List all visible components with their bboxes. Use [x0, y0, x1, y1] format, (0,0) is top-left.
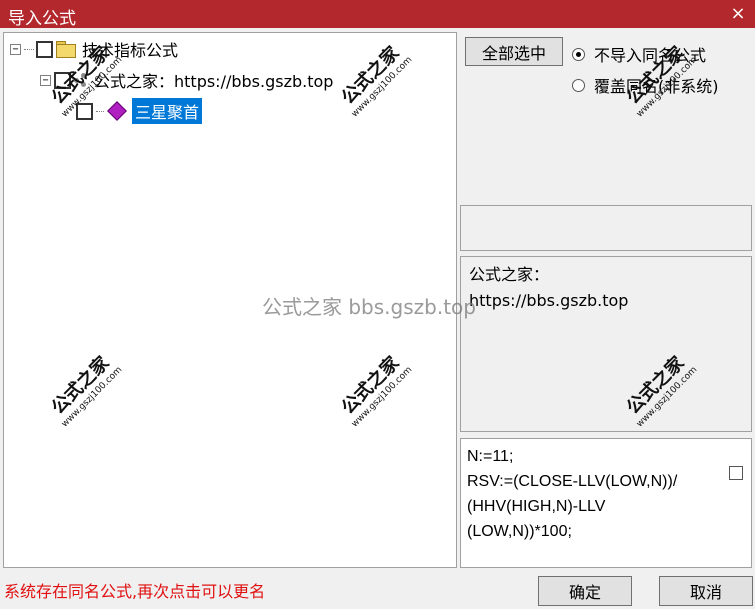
description-panel: 公式之家： https://bbs.gszb.top — [460, 256, 752, 432]
option-no-import[interactable]: 不导入同名公式 — [572, 42, 706, 66]
blank-field — [460, 205, 752, 251]
no-import-label: 不导入同名公式 — [594, 46, 707, 65]
formula-code: N:=11; RSV:=(CLOSE-LLV(LOW,N))/ (HHV(HIG… — [467, 448, 678, 540]
overwrite-radio[interactable] — [572, 78, 585, 92]
option-overwrite[interactable]: 覆盖同名(非系统) — [572, 73, 719, 97]
title-bar: 导入公式 × — [0, 0, 755, 29]
formula-group-icon — [74, 73, 88, 87]
tree-connector — [24, 48, 34, 50]
overwrite-label: 覆盖同名(非系统) — [594, 77, 719, 96]
tree-node-root[interactable]: − 技术指标公式 — [10, 37, 178, 61]
select-all-button[interactable]: 全部选中 — [465, 37, 563, 66]
tree-item-label[interactable]: 三星聚首 — [132, 98, 203, 124]
status-message: 系统存在同名公式,再次点击可以更名 — [4, 582, 266, 601]
watermark-center: 公式之家 bbs.gszb.top — [262, 295, 476, 319]
description-text: 公式之家： https://bbs.gszb.top — [469, 265, 629, 310]
window-title: 导入公式 — [8, 9, 76, 29]
code-checkbox[interactable] — [729, 466, 743, 480]
ok-button[interactable]: 确定 — [538, 576, 632, 606]
tree-node-group[interactable]: − 公式之家：https://bbs.gszb.top — [40, 68, 333, 92]
tree-root-checkbox[interactable] — [36, 40, 53, 58]
tree-connector — [96, 110, 104, 112]
close-icon[interactable]: × — [727, 3, 749, 25]
collapse-icon[interactable]: − — [10, 43, 21, 55]
tree-root-label[interactable]: 技术指标公式 — [82, 37, 178, 61]
tree-group-label[interactable]: 公式之家：https://bbs.gszb.top — [94, 68, 333, 92]
tree-item-checkbox[interactable] — [76, 102, 93, 120]
formula-gem-icon — [107, 101, 127, 121]
tree-group-checkbox[interactable] — [54, 71, 71, 89]
no-import-radio[interactable] — [572, 47, 585, 61]
folder-icon — [56, 41, 76, 58]
code-panel[interactable]: N:=11; RSV:=(CLOSE-LLV(LOW,N))/ (HHV(HIG… — [460, 438, 752, 568]
tree-node-item[interactable]: 三星聚首 — [76, 98, 203, 124]
cancel-button[interactable]: 取消 — [659, 576, 753, 606]
collapse-icon[interactable]: − — [40, 74, 51, 86]
